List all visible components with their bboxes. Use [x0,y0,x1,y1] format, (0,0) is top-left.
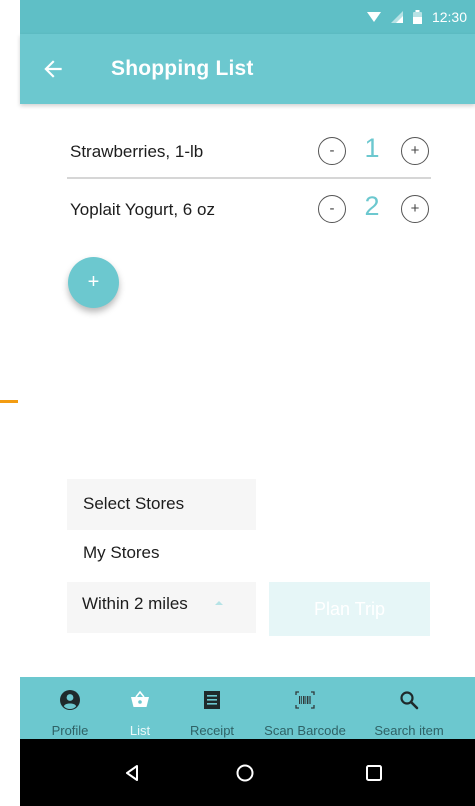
nav-item-search[interactable]: Search item [367,677,451,739]
distance-value: Within 2 miles [82,594,188,613]
select-stores-label: Select Stores [67,479,256,530]
page-title: Shopping List [111,57,254,80]
select-stores-text: Select Stores [83,494,185,513]
nav-item-profile[interactable]: Profile [44,677,96,739]
receipt-icon [204,691,220,709]
signal-icon [390,11,403,23]
bottom-navigation: Profile List Receipt Scan Barcode Search… [20,677,475,739]
back-triangle-icon[interactable] [120,761,144,785]
profile-icon [60,690,80,710]
battery-icon [412,10,422,24]
nav-label-list: List [129,723,151,738]
nav-label-scan-barcode: Scan Barcode [264,723,346,738]
item-name: Yoplait Yogurt, 6 oz [70,200,215,219]
item-quantity: 1 [364,133,380,163]
status-icons: 12:30 [366,9,467,25]
status-bar: 12:30 [20,0,475,34]
system-navigation-bar [20,739,475,806]
home-circle-icon[interactable] [233,761,257,785]
plan-trip-button[interactable]: Plan Trip [269,582,430,636]
nav-label-search: Search item [374,723,444,738]
recents-square-icon[interactable] [362,761,386,785]
caret-up-icon [215,601,223,605]
wifi-icon [366,12,381,22]
nav-label-profile: Profile [51,723,89,738]
basket-icon [131,690,149,707]
search-icon [400,691,419,710]
nav-item-scan-barcode[interactable]: Scan Barcode [257,677,353,739]
my-stores-option[interactable]: My Stores [83,543,160,563]
list-item: Yoplait Yogurt, 6 oz - 2 + [67,181,431,237]
nav-item-list[interactable]: List [120,677,160,739]
list-item: Strawberries, 1-lb - 1 + [67,123,431,179]
increase-quantity-button[interactable]: + [401,137,429,165]
nav-label-receipt: Receipt [189,723,235,738]
item-name: Strawberries, 1-lb [70,142,204,161]
add-item-button[interactable]: + [68,257,119,308]
app-bar: Shopping List [20,34,475,104]
nav-item-receipt[interactable]: Receipt [184,677,240,739]
back-arrow-icon[interactable] [40,56,66,82]
item-quantity: 2 [364,191,380,221]
barcode-icon [295,691,315,709]
status-time: 12:30 [431,9,467,25]
increase-quantity-button[interactable]: + [401,195,429,223]
decrease-quantity-button[interactable]: - [318,137,346,165]
decrease-quantity-button[interactable]: - [318,195,346,223]
accent-mark [0,400,18,403]
distance-dropdown[interactable]: Within 2 miles [67,582,256,633]
